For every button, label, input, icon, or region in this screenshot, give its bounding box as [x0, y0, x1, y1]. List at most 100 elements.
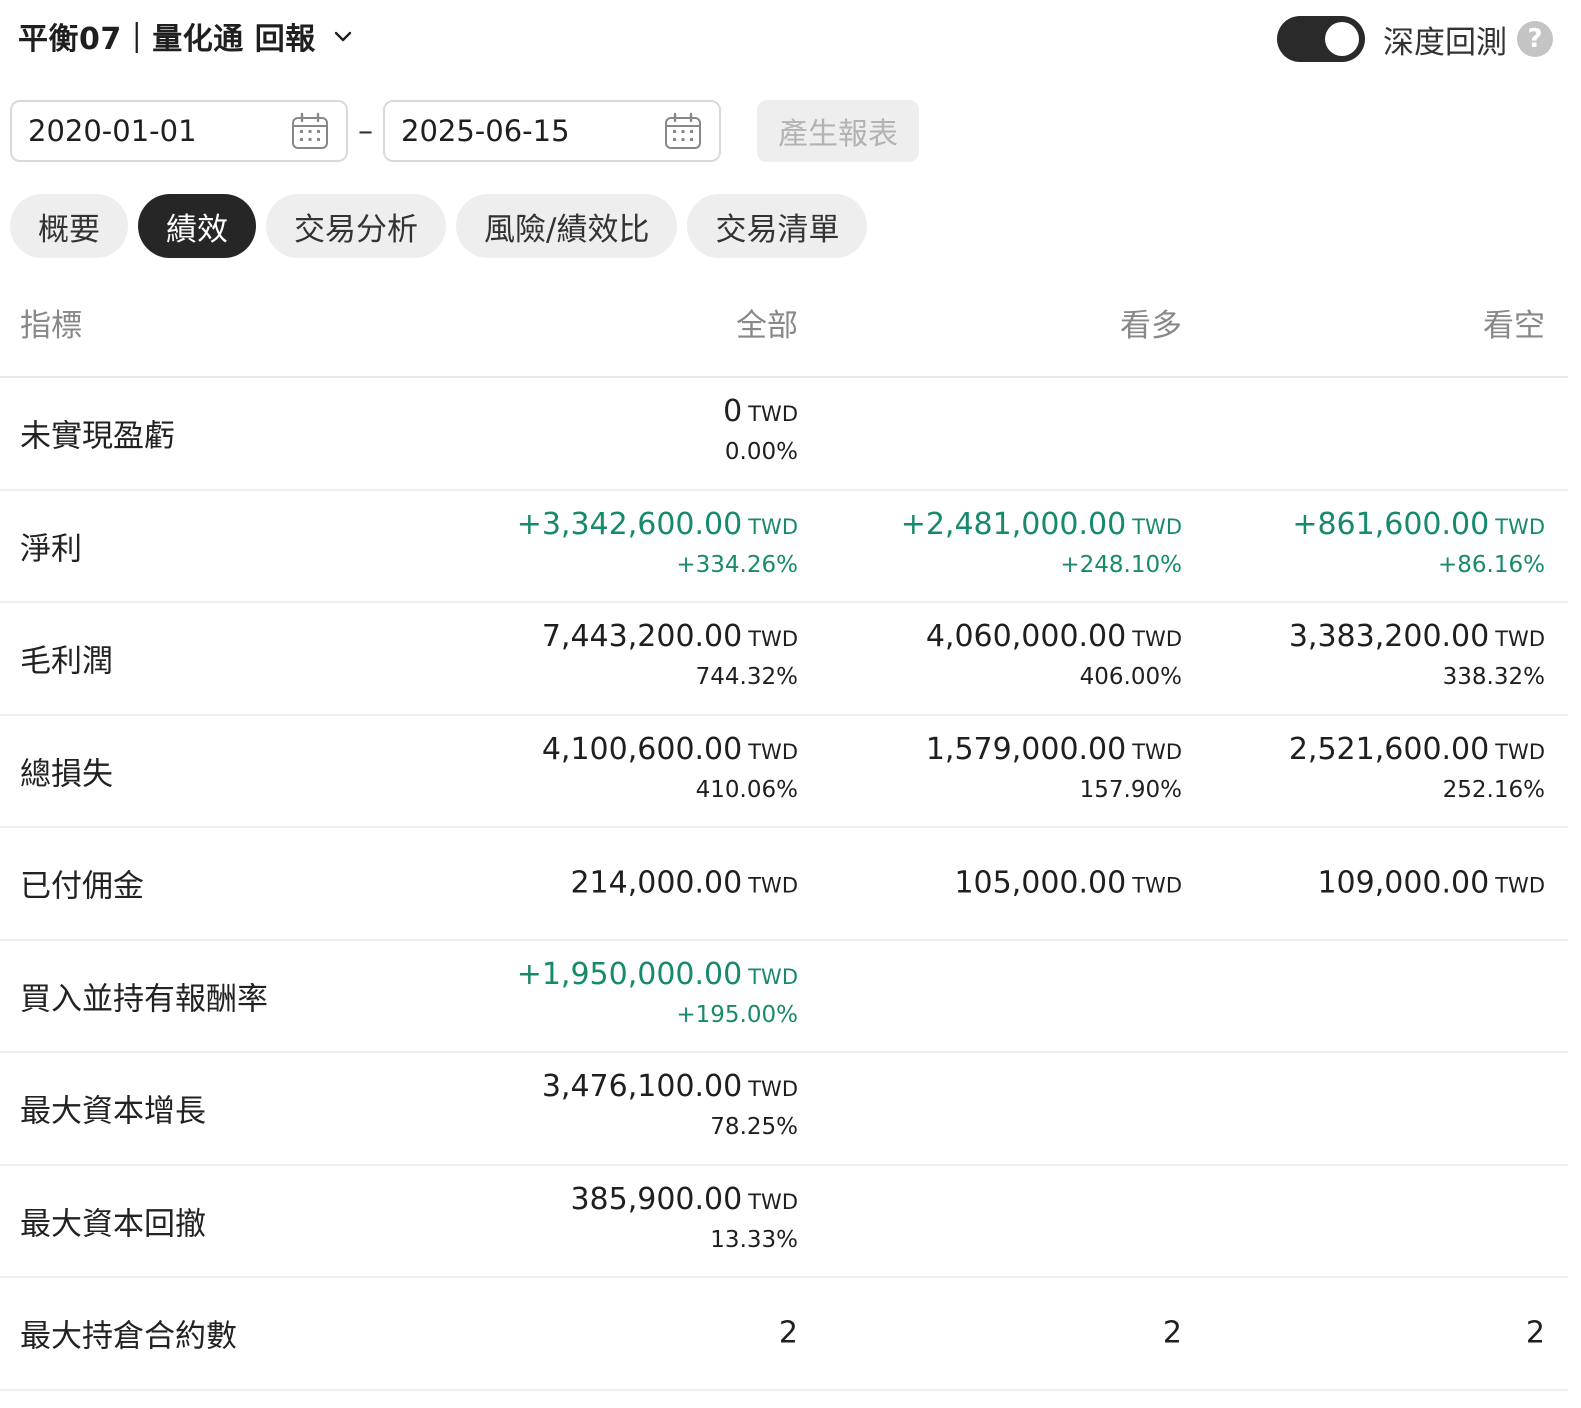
amount-number: +861,600.00 — [1292, 506, 1490, 542]
deep-backtest-control: 深度回測 ? — [1277, 14, 1553, 64]
cell-all: +1,950,000.00 TWD +195.00% — [517, 957, 798, 1028]
currency-unit: TWD — [1132, 514, 1182, 539]
amount-value: 109,000.00 TWD — [1317, 866, 1545, 901]
start-date-value: 2020-01-01 — [28, 114, 197, 148]
percent-value: 744.32% — [695, 664, 798, 690]
table-row: 已付佣金 214,000.00 TWD 105,000.00 TWD 109,000.00… — [0, 828, 1568, 941]
amount-number: 3,383,200.00 — [1288, 619, 1490, 654]
toggle-knob — [1325, 22, 1359, 56]
metric-label: 已付佣金 — [20, 868, 144, 905]
table-header: 指標 全部 看多 看空 — [0, 280, 1568, 378]
amount-number: +1,950,000.00 — [516, 956, 743, 992]
amount-number: 2,521,600.00 — [1288, 731, 1490, 767]
strategy-report-selector[interactable]: 平衡07｜量化通 回報 — [18, 14, 354, 58]
amount-value: 0 TWD — [723, 394, 798, 429]
cell-all: 3,476,100.00 TWD 78.25% — [542, 1069, 798, 1140]
metric-label: 買入並持有報酬率 — [20, 981, 268, 1018]
percent-value: 0.00% — [724, 439, 798, 465]
deep-backtest-toggle[interactable] — [1277, 16, 1365, 62]
calendar-icon[interactable] — [290, 111, 330, 151]
amount-value: 3,383,200.00 TWD — [1289, 619, 1545, 654]
amount-number: 4,100,600.00 — [541, 731, 743, 767]
currency-unit: TWD — [1495, 873, 1545, 898]
cell-all: 2 — [779, 1316, 798, 1351]
cell-long: 2 — [1163, 1316, 1182, 1351]
performance-table: 指標 全部 看多 看空 未實現盈虧 0 TWD 0.00% 淨利 +3,342,600.0… — [0, 280, 1568, 1391]
amount-number: 2 — [778, 1315, 798, 1351]
amount-value: +2,481,000.00 TWD — [901, 507, 1182, 542]
cell-short: 2 — [1526, 1316, 1545, 1351]
cell-long: 4,060,000.00 TWD 406.00% — [926, 619, 1182, 690]
table-row: 淨利 +3,342,600.00 TWD +334.26% +2,481,000.00 T… — [0, 491, 1568, 603]
table-row: 總損失 4,100,600.00 TWD 410.06% 1,579,000.00 TWD… — [0, 716, 1568, 828]
tab-performance[interactable]: 績效 — [138, 194, 256, 258]
metric-label: 毛利潤 — [20, 643, 113, 680]
metric-label: 未實現盈虧 — [20, 418, 175, 455]
tab-risk-ratio[interactable]: 風險/績效比 — [456, 194, 678, 258]
cell-short: 2,521,600.00 TWD 252.16% — [1289, 732, 1545, 803]
cell-short: +861,600.00 TWD +86.16% — [1292, 507, 1545, 578]
end-date-field[interactable]: 2025-06-15 — [383, 100, 721, 162]
percent-value: +248.10% — [1060, 551, 1182, 578]
amount-value: 385,900.00 TWD — [570, 1182, 798, 1217]
column-header-metric: 指標 — [20, 308, 82, 344]
amount-number: 7,443,200.00 — [541, 619, 743, 654]
amount-number: +2,481,000.00 — [900, 506, 1127, 542]
currency-unit: TWD — [748, 873, 798, 898]
table-row: 最大資本回撤 385,900.00 TWD 13.33% — [0, 1166, 1568, 1278]
amount-number: 0 — [723, 394, 743, 429]
currency-unit: TWD — [1132, 873, 1182, 898]
tab-trade-list[interactable]: 交易清單 — [687, 194, 868, 258]
cell-all: 4,100,600.00 TWD 410.06% — [542, 732, 798, 803]
header: 平衡07｜量化通 回報 深度回測 ? — [0, 0, 1581, 80]
date-range: 2020-01-01 – 2025-06-15 產生報表 — [10, 100, 919, 162]
amount-number: 1,579,000.00 — [925, 731, 1127, 767]
column-header-short: 看空 — [1483, 308, 1545, 344]
tab-trade-analysis[interactable]: 交易分析 — [266, 194, 446, 258]
amount-number: 2 — [1162, 1315, 1182, 1351]
amount-value: 2 — [1163, 1316, 1182, 1351]
cell-long: +2,481,000.00 TWD +248.10% — [901, 507, 1182, 578]
currency-unit: TWD — [748, 964, 798, 989]
cell-long: 1,579,000.00 TWD 157.90% — [926, 732, 1182, 803]
amount-number: 2 — [1525, 1315, 1545, 1351]
metric-label: 最大資本回撤 — [20, 1206, 206, 1243]
amount-value: 2,521,600.00 TWD — [1289, 732, 1545, 767]
currency-unit: TWD — [1495, 627, 1545, 651]
start-date-field[interactable]: 2020-01-01 — [10, 100, 348, 162]
amount-number: +3,342,600.00 — [516, 506, 743, 542]
page-title: 平衡07｜量化通 回報 — [18, 22, 316, 57]
report-tabs: 概要 績效 交易分析 風險/績效比 交易清單 — [10, 194, 877, 258]
tab-overview[interactable]: 概要 — [10, 194, 128, 258]
amount-number: 385,900.00 — [570, 1181, 743, 1217]
amount-number: 109,000.00 — [1317, 865, 1490, 901]
end-date-value: 2025-06-15 — [401, 114, 570, 148]
currency-unit: TWD — [748, 739, 798, 764]
amount-value: 2 — [779, 1316, 798, 1351]
percent-value: 78.25% — [710, 1114, 798, 1140]
chevron-down-icon — [334, 31, 351, 42]
currency-unit: TWD — [1495, 739, 1545, 764]
amount-value: 1,579,000.00 TWD — [926, 732, 1182, 767]
percent-value: 410.06% — [695, 776, 798, 803]
currency-unit: TWD — [748, 402, 798, 426]
metric-label: 總損失 — [20, 756, 113, 793]
currency-unit: TWD — [748, 627, 798, 651]
percent-value: 406.00% — [1079, 664, 1182, 690]
percent-value: +334.26% — [676, 551, 798, 578]
column-header-long: 看多 — [1120, 308, 1182, 344]
help-icon[interactable]: ? — [1517, 21, 1553, 57]
cell-all: 214,000.00 TWD — [570, 866, 798, 901]
amount-value: 7,443,200.00 TWD — [542, 619, 798, 654]
calendar-icon[interactable] — [663, 111, 703, 151]
amount-value: 214,000.00 TWD — [570, 866, 798, 901]
currency-unit: TWD — [748, 1077, 798, 1101]
amount-number: 4,060,000.00 — [925, 619, 1127, 654]
amount-value: +1,950,000.00 TWD — [517, 957, 798, 992]
amount-value: 3,476,100.00 TWD — [542, 1069, 798, 1104]
percent-value: +195.00% — [676, 1001, 798, 1028]
currency-unit: TWD — [748, 514, 798, 539]
generate-report-button[interactable]: 產生報表 — [757, 100, 919, 162]
cell-all: +3,342,600.00 TWD +334.26% — [517, 507, 798, 578]
percent-value: 252.16% — [1442, 776, 1545, 803]
